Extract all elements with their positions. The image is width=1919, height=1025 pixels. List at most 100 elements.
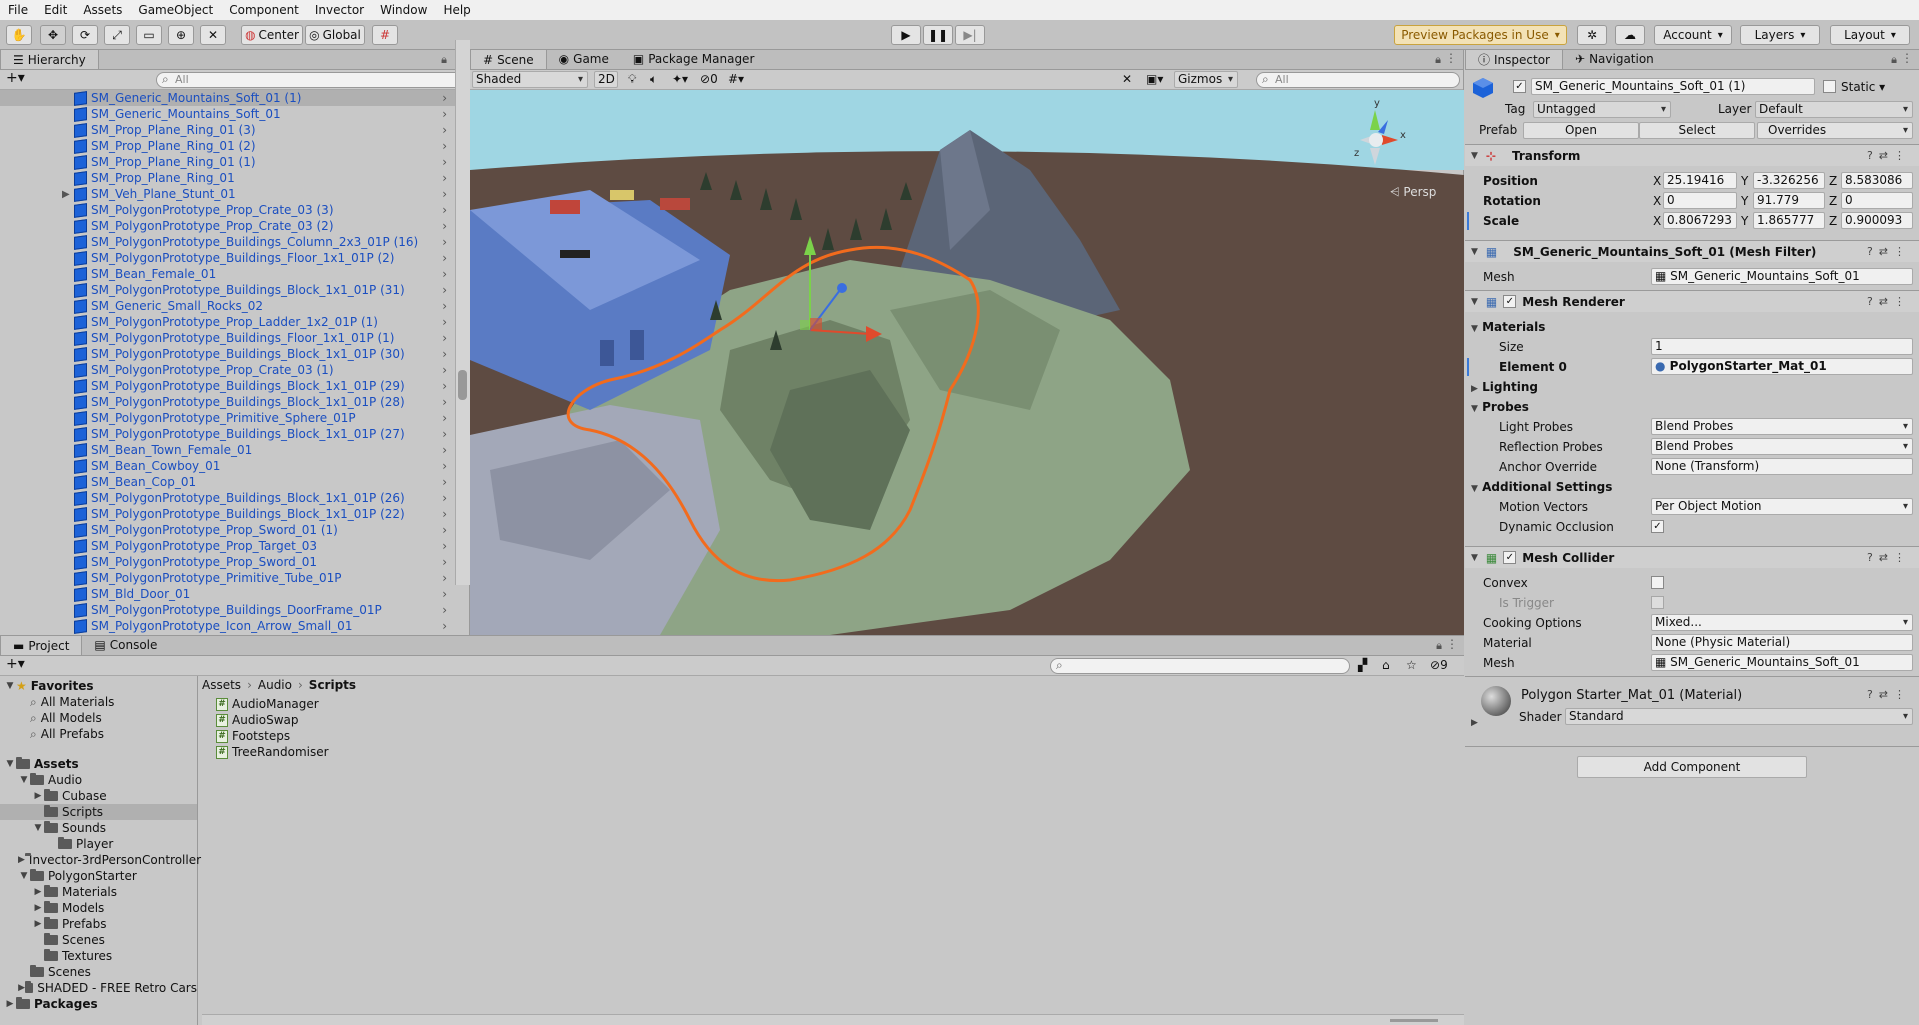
collider-mesh-field[interactable]: ▦ SM_Generic_Mountains_Soft_01: [1651, 654, 1913, 671]
prefab-open-button[interactable]: Open: [1523, 122, 1639, 139]
hierarchy-item[interactable]: SM_PolygonPrototype_Prop_Crate_03 (3) ›: [0, 202, 455, 218]
scene-panel-menu-icon[interactable]: ⋮: [1445, 51, 1457, 65]
hierarchy-scrollbar-thumb[interactable]: [458, 370, 467, 400]
persp-label[interactable]: ⩤ Persp: [1390, 185, 1436, 199]
scene-viewport[interactable]: y x z ⩤ Persp: [470, 90, 1464, 635]
component-header-icons[interactable]: ?⇄⋮: [1867, 295, 1911, 308]
chevron-right-icon[interactable]: ›: [442, 507, 447, 521]
static-label[interactable]: Static ▾: [1841, 80, 1885, 94]
chevron-right-icon[interactable]: ›: [442, 443, 447, 457]
folder-item[interactable]: ▼ PolygonStarter: [0, 868, 197, 884]
chevron-right-icon[interactable]: ›: [442, 283, 447, 297]
folder-item[interactable]: Player: [0, 836, 197, 852]
prefab-overrides-dropdown[interactable]: Overrides: [1757, 122, 1913, 139]
favorite-item[interactable]: ⌕ All Models: [0, 710, 197, 726]
hierarchy-item[interactable]: SM_PolygonPrototype_Buildings_Block_1x1_…: [0, 346, 455, 362]
account-dropdown[interactable]: Account: [1654, 25, 1732, 45]
folder-item[interactable]: Textures: [0, 948, 197, 964]
audio-icon[interactable]: 🔈︎: [650, 72, 657, 87]
element0-field[interactable]: ● PolygonStarter_Mat_01: [1651, 358, 1913, 375]
hierarchy-item[interactable]: SM_Prop_Plane_Ring_01 ›: [0, 170, 455, 186]
fold-open-icon[interactable]: ▼: [18, 871, 30, 881]
hidden-objects-icon[interactable]: ⊘0: [700, 72, 718, 86]
favorite-item[interactable]: ⌕ All Prefabs: [0, 726, 197, 742]
scale-y-field[interactable]: 1.865777: [1753, 212, 1825, 229]
breadcrumb-audio[interactable]: Audio: [258, 678, 292, 692]
chevron-right-icon[interactable]: ›: [442, 123, 447, 137]
hierarchy-scrollbar[interactable]: [455, 40, 470, 585]
hierarchy-item[interactable]: SM_PolygonPrototype_Buildings_Block_1x1_…: [0, 394, 455, 410]
chevron-right-icon[interactable]: ›: [442, 315, 447, 329]
chevron-right-icon[interactable]: ›: [442, 427, 447, 441]
fold-open-icon[interactable]: ▼: [32, 823, 44, 833]
script-file-item[interactable]: # AudioManager: [216, 696, 329, 712]
grid-icon[interactable]: #▾: [728, 72, 744, 86]
folder-item[interactable]: ▼ Sounds: [0, 820, 197, 836]
zoom-slider[interactable]: [1390, 1019, 1438, 1022]
create-add-icon[interactable]: +▾: [6, 70, 25, 86]
mesh-collider-header[interactable]: ▼ ▦ ✓ Mesh Collider ?⇄⋮: [1465, 546, 1919, 568]
mesh-renderer-enabled-checkbox[interactable]: ✓: [1503, 295, 1517, 308]
chevron-right-icon[interactable]: ›: [442, 603, 447, 617]
chevron-right-icon[interactable]: ›: [442, 187, 447, 201]
chevron-right-icon[interactable]: ›: [442, 299, 447, 313]
position-z-field[interactable]: 8.583086: [1841, 172, 1913, 189]
chevron-right-icon[interactable]: ›: [442, 155, 447, 169]
favorite-star-icon[interactable]: ☆: [1406, 658, 1417, 672]
scene-search-input[interactable]: All: [1256, 72, 1460, 88]
component-header-icons[interactable]: ?⇄⋮: [1867, 245, 1911, 258]
chevron-right-icon[interactable]: ›: [442, 555, 447, 569]
effects-icon[interactable]: ✦▾: [672, 72, 688, 86]
fold-closed-icon[interactable]: ▶: [4, 999, 16, 1009]
tools-icon[interactable]: ✕: [1122, 72, 1132, 86]
scale-tool-button[interactable]: ⤢: [104, 25, 130, 45]
move-tool-button[interactable]: ✥: [40, 25, 66, 45]
hierarchy-item[interactable]: SM_PolygonPrototype_Buildings_DoorFrame_…: [0, 602, 455, 618]
hierarchy-item[interactable]: SM_PolygonPrototype_Icon_Arrow_Small_01 ›: [0, 618, 455, 634]
scale-z-field[interactable]: 0.900093: [1841, 212, 1913, 229]
hierarchy-item[interactable]: SM_Generic_Mountains_Soft_01 ›: [0, 106, 455, 122]
hierarchy-item[interactable]: SM_PolygonPrototype_Buildings_Block_1x1_…: [0, 490, 455, 506]
hierarchy-item[interactable]: SM_Bean_Town_Female_01 ›: [0, 442, 455, 458]
add-component-button[interactable]: Add Component: [1577, 756, 1807, 778]
folder-item[interactable]: Scripts: [0, 804, 197, 820]
hierarchy-item[interactable]: SM_Generic_Small_Rocks_02 ›: [0, 298, 455, 314]
hierarchy-item[interactable]: SM_PolygonPrototype_Prop_Ladder_1x2_01P …: [0, 314, 455, 330]
mesh-collider-enabled-checkbox[interactable]: ✓: [1503, 551, 1517, 564]
chevron-right-icon[interactable]: ›: [442, 139, 447, 153]
snap-button[interactable]: #: [372, 25, 398, 45]
materials-foldout[interactable]: ▼ Materials: [1471, 320, 1545, 334]
chevron-right-icon[interactable]: ›: [442, 619, 447, 633]
play-button[interactable]: ▶: [891, 25, 921, 45]
hidden-packages-icon[interactable]: ⊘9: [1430, 658, 1448, 672]
chevron-right-icon[interactable]: ›: [442, 539, 447, 553]
fold-closed-icon[interactable]: ▶: [32, 919, 44, 929]
chevron-right-icon[interactable]: ›: [442, 331, 447, 345]
prefab-select-button[interactable]: Select: [1639, 122, 1755, 139]
hand-tool-button[interactable]: ✋: [6, 25, 32, 45]
tab-scene[interactable]: # Scene: [470, 49, 547, 69]
create-add-icon[interactable]: +▾: [6, 656, 25, 672]
hierarchy-item[interactable]: SM_PolygonPrototype_Prop_Sword_01 (1) ›: [0, 522, 455, 538]
folder-item[interactable]: ▶ Packages: [0, 996, 197, 1012]
reflection-probes-dropdown[interactable]: Blend Probes: [1651, 438, 1913, 455]
hierarchy-item[interactable]: SM_PolygonPrototype_Prop_Crate_03 (1) ›: [0, 362, 455, 378]
component-header-icons[interactable]: ?⇄⋮: [1867, 149, 1911, 162]
fold-closed-icon[interactable]: ▶: [62, 189, 70, 200]
hierarchy-item[interactable]: ▶ SM_Veh_Plane_Stunt_01 ›: [0, 186, 455, 202]
2d-toggle[interactable]: 2D: [594, 71, 618, 88]
rect-tool-button[interactable]: ▭: [136, 25, 162, 45]
menu-file[interactable]: File: [0, 0, 36, 20]
tab-navigation[interactable]: ✈︎ Navigation: [1563, 49, 1666, 69]
hierarchy-item[interactable]: SM_PolygonPrototype_Buildings_Floor_1x1_…: [0, 330, 455, 346]
project-menu-icon[interactable]: ⋮: [1446, 637, 1458, 651]
script-file-item[interactable]: # Footsteps: [216, 728, 329, 744]
is-trigger-checkbox[interactable]: [1651, 596, 1664, 609]
material-preview-sphere[interactable]: [1481, 686, 1511, 716]
chevron-right-icon[interactable]: ›: [442, 171, 447, 185]
chevron-right-icon[interactable]: ›: [442, 475, 447, 489]
pivot-global-button[interactable]: ◎ Global: [305, 25, 365, 45]
chevron-right-icon[interactable]: ›: [442, 491, 447, 505]
fold-closed-icon[interactable]: ▶: [18, 855, 25, 865]
search-by-label-icon[interactable]: ⌂: [1382, 658, 1390, 672]
